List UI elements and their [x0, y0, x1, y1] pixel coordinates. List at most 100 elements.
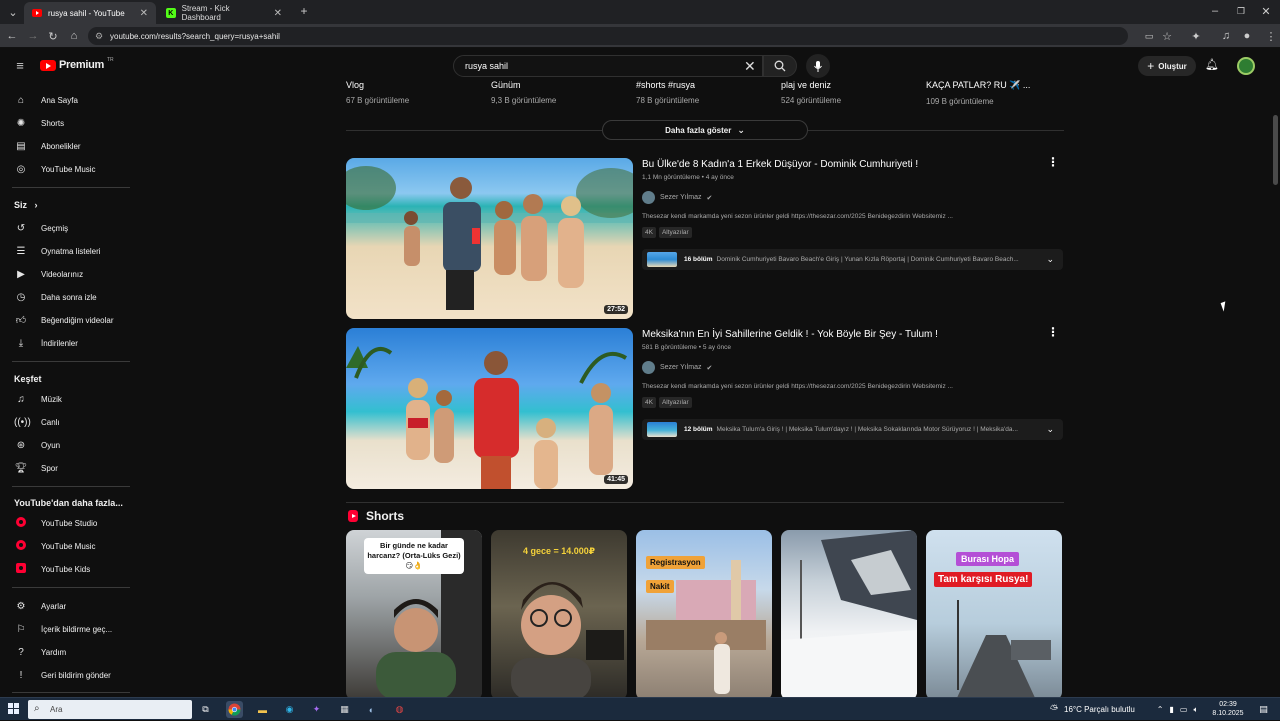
short-card[interactable]: Registrasyon Nakit	[636, 530, 772, 700]
browser-menu-icon[interactable]: ⋮	[1264, 29, 1278, 43]
channel-avatar[interactable]	[642, 361, 655, 374]
sidebar-item-home[interactable]: ⌂ Ana Sayfa	[0, 89, 130, 111]
close-tab-icon[interactable]: ✕	[140, 8, 148, 19]
task-view-icon[interactable]: ⧉	[197, 701, 214, 718]
sidebar-item-youtube-music[interactable]: ◎ YouTube Music	[0, 158, 130, 180]
video-duration: 41:45	[604, 475, 628, 484]
sidebar-item-gaming[interactable]: ⊛ Oyun	[0, 434, 130, 456]
copilot-icon[interactable]: ✦	[308, 701, 325, 718]
video-title[interactable]: Bu Ülke'de 8 Kadın'a 1 Erkek Düşüyor - D…	[642, 159, 918, 170]
sidebar-item-youtube-kids[interactable]: YouTube Kids	[0, 558, 130, 580]
new-tab-icon[interactable]: +	[297, 4, 311, 18]
top-result-card[interactable]: plaj ve deniz 524 görüntüleme	[781, 80, 921, 105]
create-button[interactable]: + Oluştur	[1138, 56, 1196, 76]
sidebar-item-liked-videos[interactable]: 👍︎ Beğendiğim videolar	[0, 309, 130, 331]
profile-icon[interactable]: ●	[1240, 29, 1254, 43]
search-button[interactable]	[763, 55, 797, 77]
notification-center-icon[interactable]: ▤	[1255, 701, 1272, 718]
weather-icon[interactable]: ⛅︎	[1050, 704, 1058, 715]
tab-search-icon[interactable]: ⌄	[6, 5, 20, 19]
sidebar-item-label: Müzik	[41, 394, 62, 404]
top-result-card[interactable]: Vlog 67 B görüntüleme	[346, 80, 486, 105]
maximize-icon[interactable]: ❐	[1234, 4, 1248, 18]
sidebar-item-shorts[interactable]: ✺ Shorts	[0, 112, 130, 134]
volume-icon[interactable]: 🔈︎	[1193, 705, 1198, 715]
taskbar-search[interactable]: ⌕ Ara	[28, 700, 192, 719]
sidebar-item-send-feedback[interactable]: ! Geri bildirim gönder	[0, 664, 130, 686]
sidebar-item-history[interactable]: ↺ Geçmiş	[0, 217, 130, 239]
tray-overflow-icon[interactable]: ⌃	[1157, 705, 1164, 714]
sidebar-item-live[interactable]: ((•)) Canlı	[0, 411, 130, 433]
calculator-icon[interactable]: ▦	[336, 701, 353, 718]
chapters-bar[interactable]: 12 bölüm Meksika Tulum'a Giriş ! | Meksi…	[642, 419, 1063, 440]
short-card[interactable]: Burası Hopa Tam karşısı Rusya!	[926, 530, 1062, 700]
sidebar-you-heading[interactable]: Siz ›	[14, 200, 38, 210]
system-clock[interactable]: 02:39 8.10.2025	[1206, 700, 1250, 718]
short-card[interactable]: Bir günde ne kadar harcanz? (Orta-Lüks G…	[346, 530, 482, 700]
voice-search-button[interactable]	[806, 54, 830, 78]
battery-icon[interactable]: ▮	[1170, 705, 1174, 714]
file-explorer-icon[interactable]: ▬	[254, 701, 271, 718]
edge-icon[interactable]: ◉	[281, 701, 298, 718]
bookmark-star-icon[interactable]: ☆	[1160, 29, 1174, 43]
extensions-icon[interactable]: ✦	[1189, 29, 1203, 43]
close-tab-icon[interactable]: ✕	[274, 8, 282, 19]
back-icon[interactable]: ←	[5, 29, 19, 43]
notifications-bell-icon[interactable]: 🔔︎	[1205, 58, 1219, 71]
site-info-icon[interactable]: ⚙	[95, 31, 103, 42]
search-input[interactable]: rusya sahil	[453, 55, 763, 77]
url-field[interactable]: ⚙ youtube.com/results?search_query=rusya…	[88, 27, 1128, 45]
minimize-icon[interactable]: –	[1208, 4, 1222, 18]
media-icon[interactable]: ♫	[1219, 29, 1233, 43]
top-result-card[interactable]: KAÇA PATLAR? RU ✈️ ... 109 B görüntüleme	[926, 80, 1066, 106]
tab-youtube[interactable]: rusya sahil - YouTube ✕	[24, 2, 156, 24]
obs-icon[interactable]: ◍	[391, 701, 408, 718]
video-title[interactable]: Meksika'nın En İyi Sahillerine Geldik ! …	[642, 329, 938, 340]
short-card[interactable]: 4 gece = 14.000₽	[491, 530, 627, 700]
sidebar-item-report-history[interactable]: ⚐ İçerik bildirme geç...	[0, 618, 130, 640]
sidebar-item-label: Oyun	[41, 440, 61, 450]
home-browser-icon[interactable]: ⌂	[67, 29, 81, 43]
sidebar-item-sports[interactable]: 🏆︎ Spor	[0, 457, 130, 479]
top-result-card[interactable]: #shorts #rusya 78 B görüntüleme	[636, 80, 776, 105]
channel-avatar[interactable]	[642, 191, 655, 204]
steam-icon[interactable]: ◐	[363, 701, 380, 718]
chapters-bar[interactable]: 16 bölüm Dominik Cumhuriyeti Bavaro Beac…	[642, 249, 1063, 270]
sidebar-item-settings[interactable]: ⚙ Ayarlar	[0, 595, 130, 617]
weather-text[interactable]: 16°C Parçalı bulutlu	[1064, 705, 1135, 714]
sidebar-item-youtube-studio[interactable]: YouTube Studio	[0, 512, 130, 534]
scrollbar-thumb[interactable]	[1273, 115, 1278, 185]
reload-icon[interactable]: ↻	[46, 29, 60, 43]
sidebar-item-downloads[interactable]: ⤓ İndirilenler	[0, 332, 130, 354]
sidebar-item-help[interactable]: ? Yardım	[0, 641, 130, 663]
channel-row[interactable]: Sezer Yılmaz ✔	[642, 361, 712, 374]
account-avatar[interactable]	[1237, 57, 1255, 75]
window-close-icon[interactable]: ✕	[1259, 4, 1273, 18]
chevron-down-icon[interactable]: ⌄	[1046, 254, 1054, 265]
show-more-button[interactable]: Daha fazla göster ⌄	[602, 120, 808, 140]
chrome-icon[interactable]	[226, 701, 243, 718]
sidebar-item-music[interactable]: ♫ Müzik	[0, 388, 130, 410]
youtube-premium-logo[interactable]: Premium TR	[40, 57, 114, 71]
tab-kick[interactable]: K Stream - Kick Dashboard ✕	[158, 2, 290, 24]
clear-search-icon[interactable]: ✕	[744, 58, 756, 75]
forward-icon[interactable]: →	[26, 29, 40, 43]
top-result-card[interactable]: Günüm 9,3 B görüntüleme	[491, 80, 631, 105]
short-card[interactable]	[781, 530, 917, 700]
hamburger-menu-icon[interactable]: ≡	[13, 58, 27, 73]
more-actions-icon[interactable]: ⋮	[1047, 155, 1059, 169]
chevron-down-icon[interactable]: ⌄	[1046, 424, 1054, 435]
sidebar-item-youtube-music-app[interactable]: YouTube Music	[0, 535, 130, 557]
windows-start-button[interactable]	[8, 703, 20, 715]
more-actions-icon[interactable]: ⋮	[1047, 325, 1059, 339]
channel-row[interactable]: Sezer Yılmaz ✔	[642, 191, 712, 204]
sidebar-item-subscriptions[interactable]: ▤ Abonelikler	[0, 135, 130, 157]
video-thumbnail[interactable]: 27:52	[346, 158, 633, 319]
sidebar-item-your-videos[interactable]: ▶ Videolarınız	[0, 263, 130, 285]
install-icon[interactable]: ▭	[1142, 29, 1156, 43]
sidebar-item-label: YouTube Music	[41, 164, 96, 174]
video-thumbnail[interactable]: 41:45	[346, 328, 633, 489]
sidebar-item-watch-later[interactable]: ◷ Daha sonra izle	[0, 286, 130, 308]
network-icon[interactable]: ▭	[1180, 705, 1188, 714]
sidebar-item-playlists[interactable]: ☰ Oynatma listeleri	[0, 240, 130, 262]
